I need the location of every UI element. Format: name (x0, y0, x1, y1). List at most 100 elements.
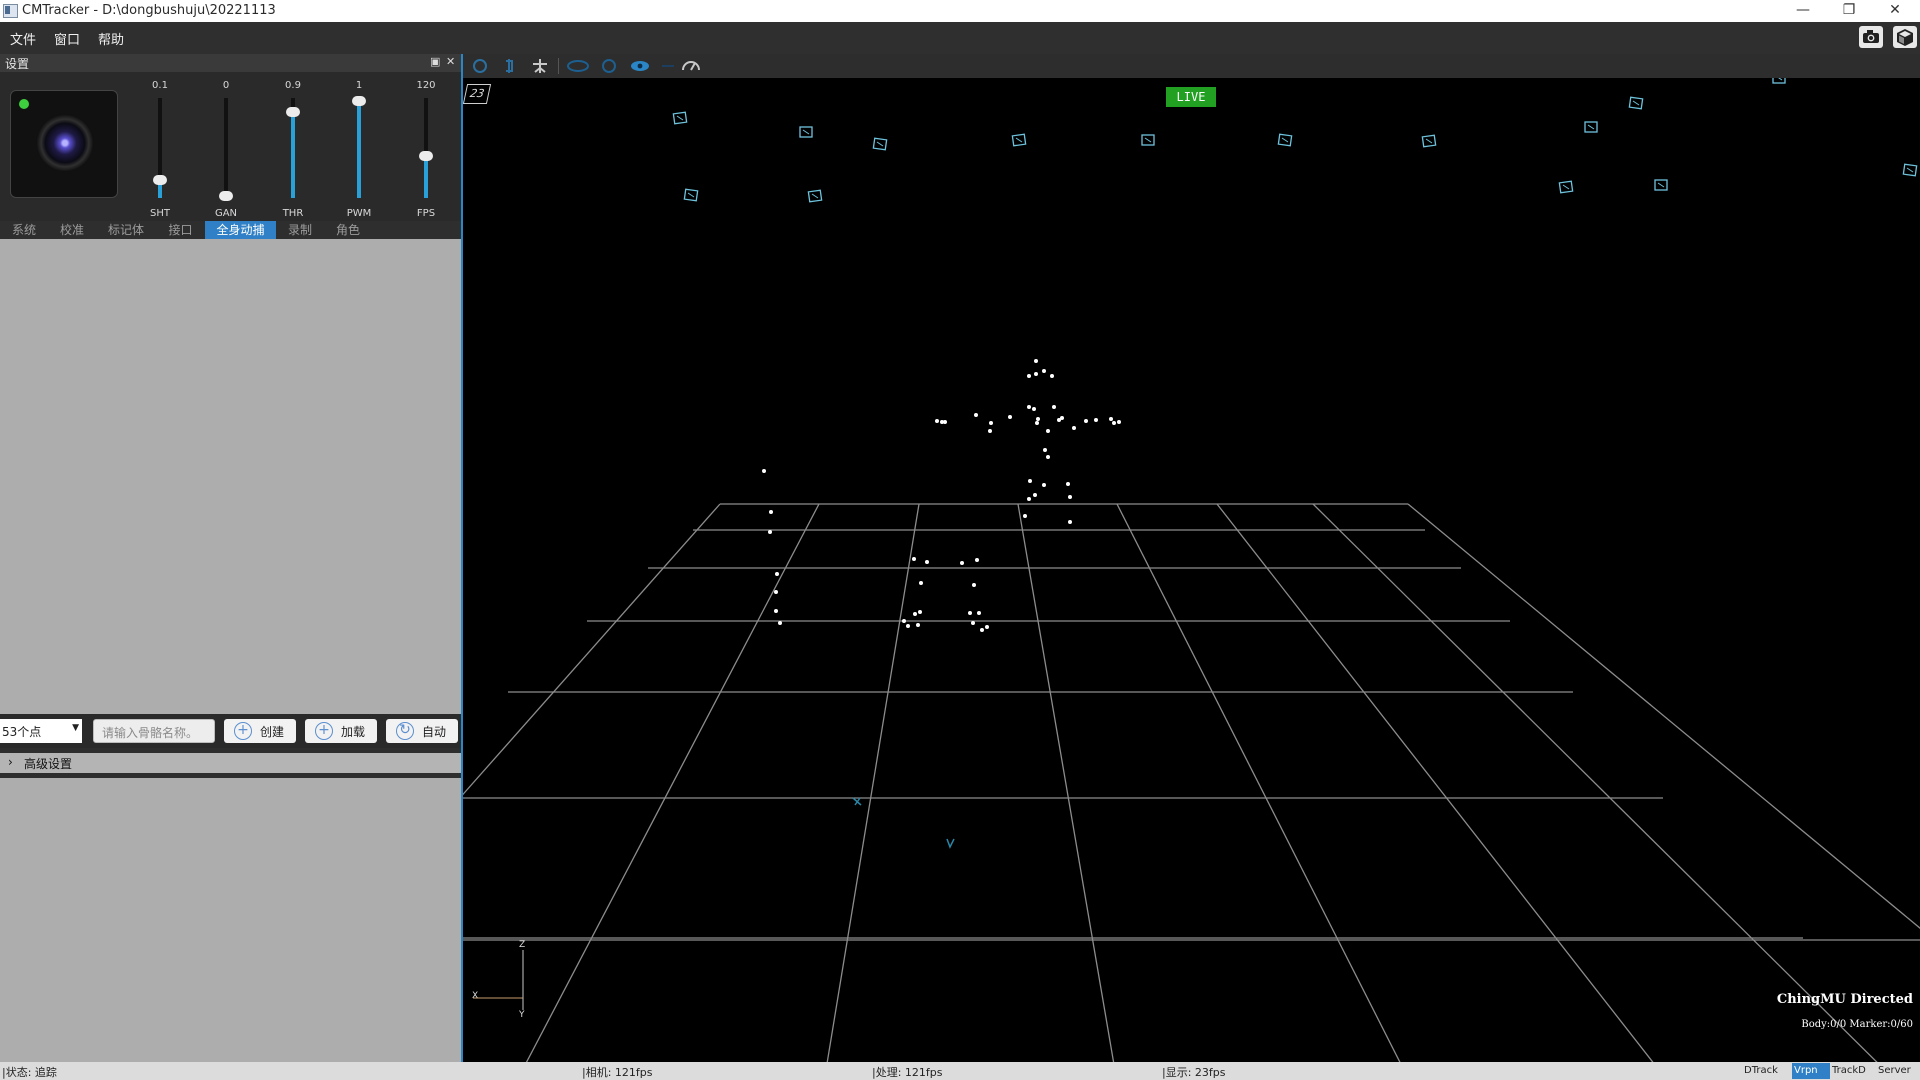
slider-fill (291, 112, 295, 198)
advanced-settings-bar[interactable]: › 高级设置 (0, 753, 461, 773)
grid-column-line (1407, 503, 1920, 929)
tab-0[interactable]: 系统 (0, 221, 48, 239)
slider-handle[interactable] (153, 175, 167, 185)
marker-point (988, 429, 992, 433)
menu-window[interactable]: 窗口 (54, 29, 80, 48)
viewport-toolbar (463, 54, 1920, 78)
tracking-camera-icon (1772, 78, 1786, 84)
interface-pill-dtrack[interactable]: DTrack (1742, 1063, 1792, 1079)
tracking-camera-icon (1654, 179, 1668, 191)
marker-point (912, 557, 916, 561)
tracking-camera-icon (1011, 133, 1027, 147)
skeleton-tool-icon[interactable] (533, 59, 547, 73)
tracking-camera-icon (672, 111, 688, 125)
marker-point (972, 583, 976, 587)
processing-fps: |处理: 121fps (872, 1066, 943, 1079)
marker-point (1068, 520, 1072, 524)
load-label: 加载 (341, 725, 366, 739)
marker-point (762, 469, 766, 473)
3d-viewport[interactable]: LIVE 23 Z X Y ChingMU Directed Body:0/0 … (463, 78, 1920, 1062)
slider-thr[interactable]: 0.9 THR (273, 80, 313, 220)
interface-pill-vrpn[interactable]: Vrpn (1792, 1063, 1830, 1079)
panel-close-icon[interactable]: ✕ (446, 55, 455, 68)
rotate-tool-icon[interactable] (506, 59, 513, 73)
camera-thumbnail[interactable] (10, 90, 118, 198)
auto-button[interactable]: ↻ 自动 (386, 719, 458, 743)
interface-pill-trackd[interactable]: TrackD (1830, 1063, 1876, 1079)
speed-gauge-icon[interactable] (682, 61, 700, 71)
marker-point (985, 625, 989, 629)
marker-point (1028, 479, 1032, 483)
tab-5[interactable]: 录制 (276, 221, 324, 239)
skeleton-name-input[interactable]: 请输入骨骼名称。 (93, 719, 215, 743)
slider-handle[interactable] (219, 191, 233, 201)
slider-pwm[interactable]: 1 PWM (339, 80, 379, 220)
camera-status-led (19, 99, 29, 109)
camera-view-icon[interactable] (567, 60, 589, 72)
marker-point (1072, 426, 1076, 430)
refresh-icon: ↻ (396, 722, 414, 740)
advanced-settings-header[interactable]: › 高级设置 (0, 748, 461, 778)
marker-point (919, 581, 923, 585)
create-button[interactable]: + 创建 (224, 719, 296, 743)
slider-fps[interactable]: 120 FPS (406, 80, 446, 220)
marker-point (768, 530, 772, 534)
axis-y-label: Y (519, 1010, 525, 1020)
slider-handle[interactable] (352, 96, 366, 106)
move-tool-icon[interactable] (473, 59, 487, 73)
tab-content (0, 239, 461, 714)
plus-icon: + (234, 722, 252, 740)
marker-point (902, 619, 906, 623)
tab-6[interactable]: 角色 (324, 221, 372, 239)
slider-track[interactable] (224, 98, 228, 198)
slider-sht[interactable]: 0.1 SHT (140, 80, 180, 220)
grid-column-line (1312, 503, 1878, 1062)
slider-handle[interactable] (419, 151, 433, 161)
camera-fps: |相机: 121fps (582, 1066, 653, 1079)
marker-point (778, 621, 782, 625)
axis-z-label: Z (519, 940, 526, 950)
grid-column-line (1216, 503, 1654, 1062)
grid-column-line (1017, 503, 1115, 1062)
grid-column-line (1116, 503, 1401, 1062)
minimize-button[interactable]: — (1780, 0, 1826, 22)
load-button[interactable]: + 加载 (305, 719, 377, 743)
tracking-status: |状态: 追踪 (2, 1066, 57, 1079)
panel-float-icon[interactable]: ▣ (430, 55, 440, 68)
tracking-camera-icon (1558, 180, 1574, 194)
marker-point (977, 611, 981, 615)
orbit-icon[interactable] (602, 59, 616, 73)
marker-point (1036, 417, 1040, 421)
slider-label: PWM (346, 208, 372, 219)
marker-point (989, 421, 993, 425)
frame-indicator: 23 (463, 84, 492, 104)
tab-4[interactable]: 全身动捕 (205, 221, 276, 239)
advanced-settings-content (0, 778, 461, 1062)
cube-icon[interactable] (1893, 26, 1917, 48)
close-window-button[interactable]: ✕ (1872, 0, 1918, 22)
create-label: 创建 (260, 725, 285, 739)
menu-help[interactable]: 帮助 (98, 29, 124, 48)
slider-label: THR (282, 208, 304, 219)
point-count-select[interactable]: 53个点 ▼ (0, 719, 82, 743)
interface-pill-server[interactable]: Server (1876, 1063, 1920, 1079)
tab-3[interactable]: 接口 (156, 221, 205, 239)
eye-icon[interactable] (631, 61, 649, 71)
tab-2[interactable]: 标记体 (96, 221, 156, 239)
slider-gan[interactable]: 0 GAN (206, 80, 246, 220)
tab-1[interactable]: 校准 (48, 221, 96, 239)
camera-icon[interactable] (1859, 26, 1883, 48)
slider-track[interactable] (424, 98, 428, 198)
slider-handle[interactable] (286, 107, 300, 117)
marker-point (1112, 421, 1116, 425)
slider-label: GAN (214, 208, 238, 219)
tracking-camera-icon (799, 126, 813, 138)
menu-file[interactable]: 文件 (10, 29, 36, 48)
slider-track[interactable] (357, 98, 361, 198)
marker-point (925, 560, 929, 564)
skeleton-action-bar: 53个点 ▼ 请输入骨骼名称。 + 创建 + 加载 ↻ 自动 (0, 714, 461, 748)
restore-button[interactable]: ❐ (1826, 0, 1872, 22)
camera-lens-icon (36, 114, 94, 172)
tracking-camera-icon (1902, 163, 1918, 177)
app-icon (3, 4, 18, 18)
